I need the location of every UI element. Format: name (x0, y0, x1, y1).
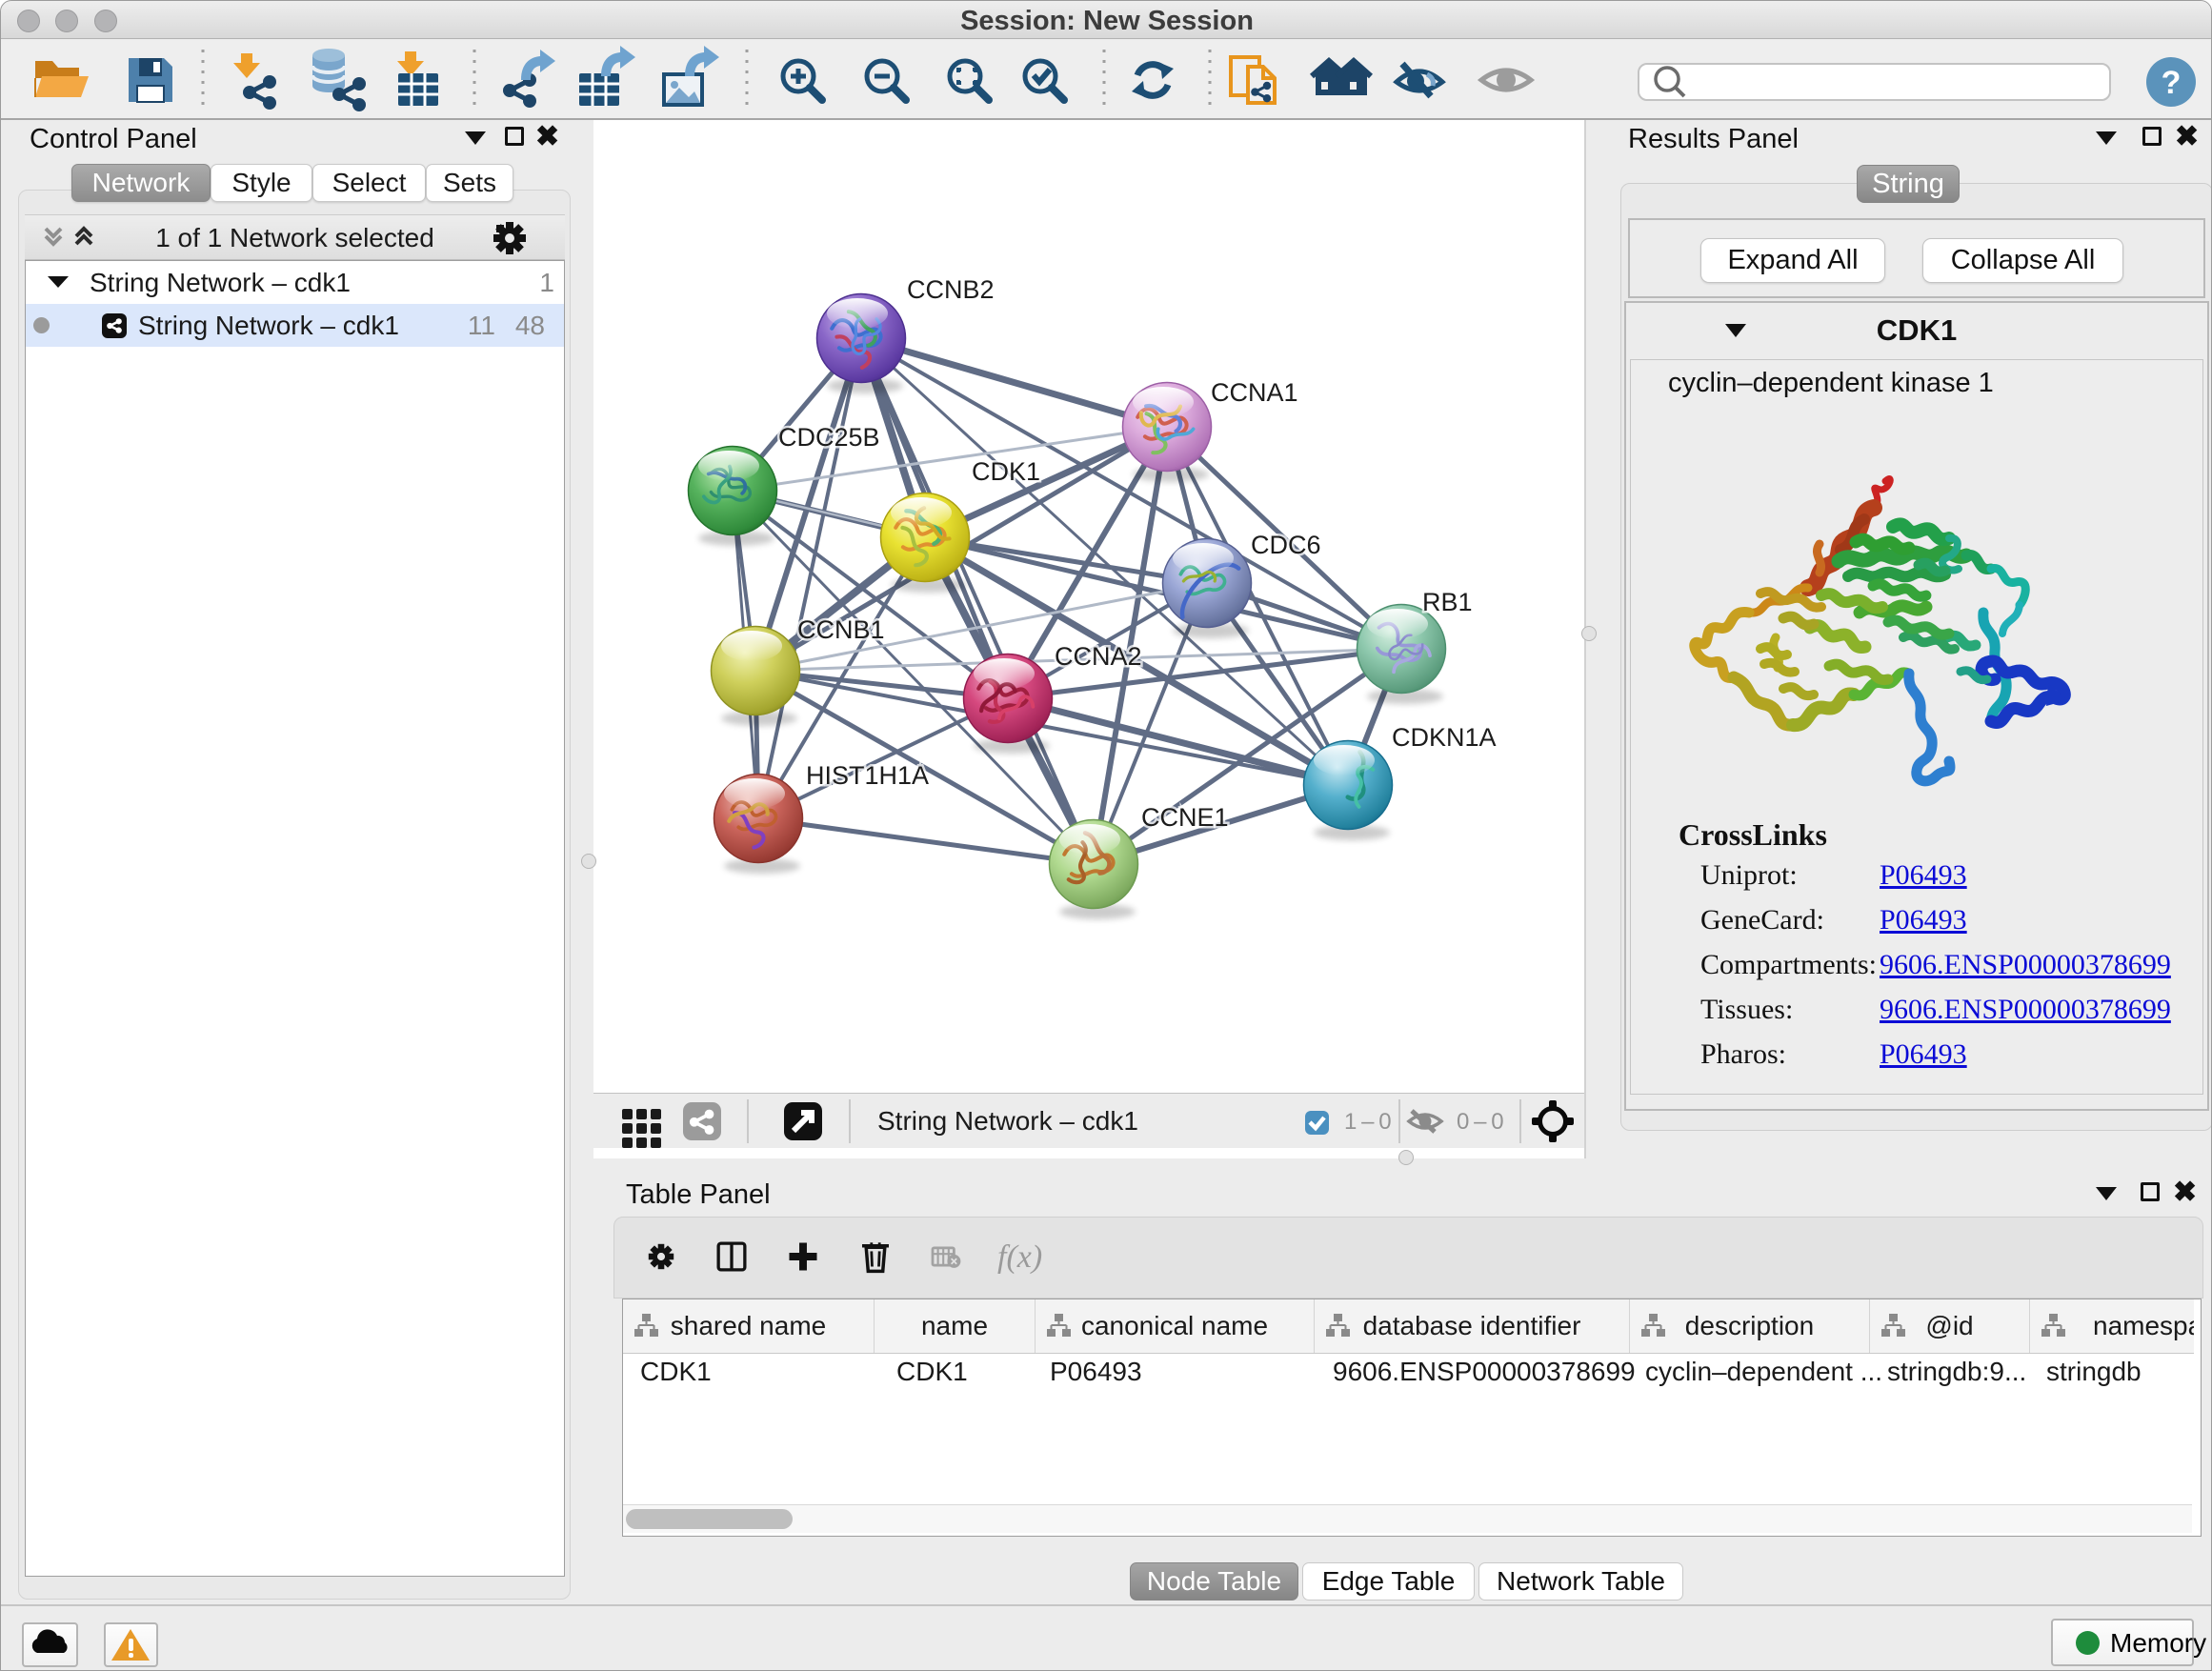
svg-text:CCNA2: CCNA2 (1055, 642, 1142, 671)
svg-text:f(x): f(x) (997, 1239, 1042, 1275)
svg-text:CDKN1A: CDKN1A (1392, 723, 1497, 752)
svg-text:CCNA1: CCNA1 (1211, 378, 1298, 407)
svg-text:String Network – cdk1: String Network – cdk1 (877, 1106, 1138, 1136)
svg-text:0 – 0: 0 – 0 (1457, 1109, 1504, 1135)
svg-text:CDC25B: CDC25B (778, 423, 880, 452)
svg-text:CCNB2: CCNB2 (907, 275, 995, 304)
svg-text:CCNE1: CCNE1 (1141, 803, 1229, 832)
svg-text:1 – 0: 1 – 0 (1344, 1109, 1392, 1135)
svg-text:HIST1H1A: HIST1H1A (806, 761, 929, 790)
svg-text:CDK1: CDK1 (972, 457, 1040, 486)
svg-text:CDC6: CDC6 (1251, 531, 1321, 559)
svg-text:CCNB1: CCNB1 (797, 615, 885, 644)
svg-text:?: ? (2162, 65, 2182, 101)
svg-text:RB1: RB1 (1422, 588, 1473, 616)
